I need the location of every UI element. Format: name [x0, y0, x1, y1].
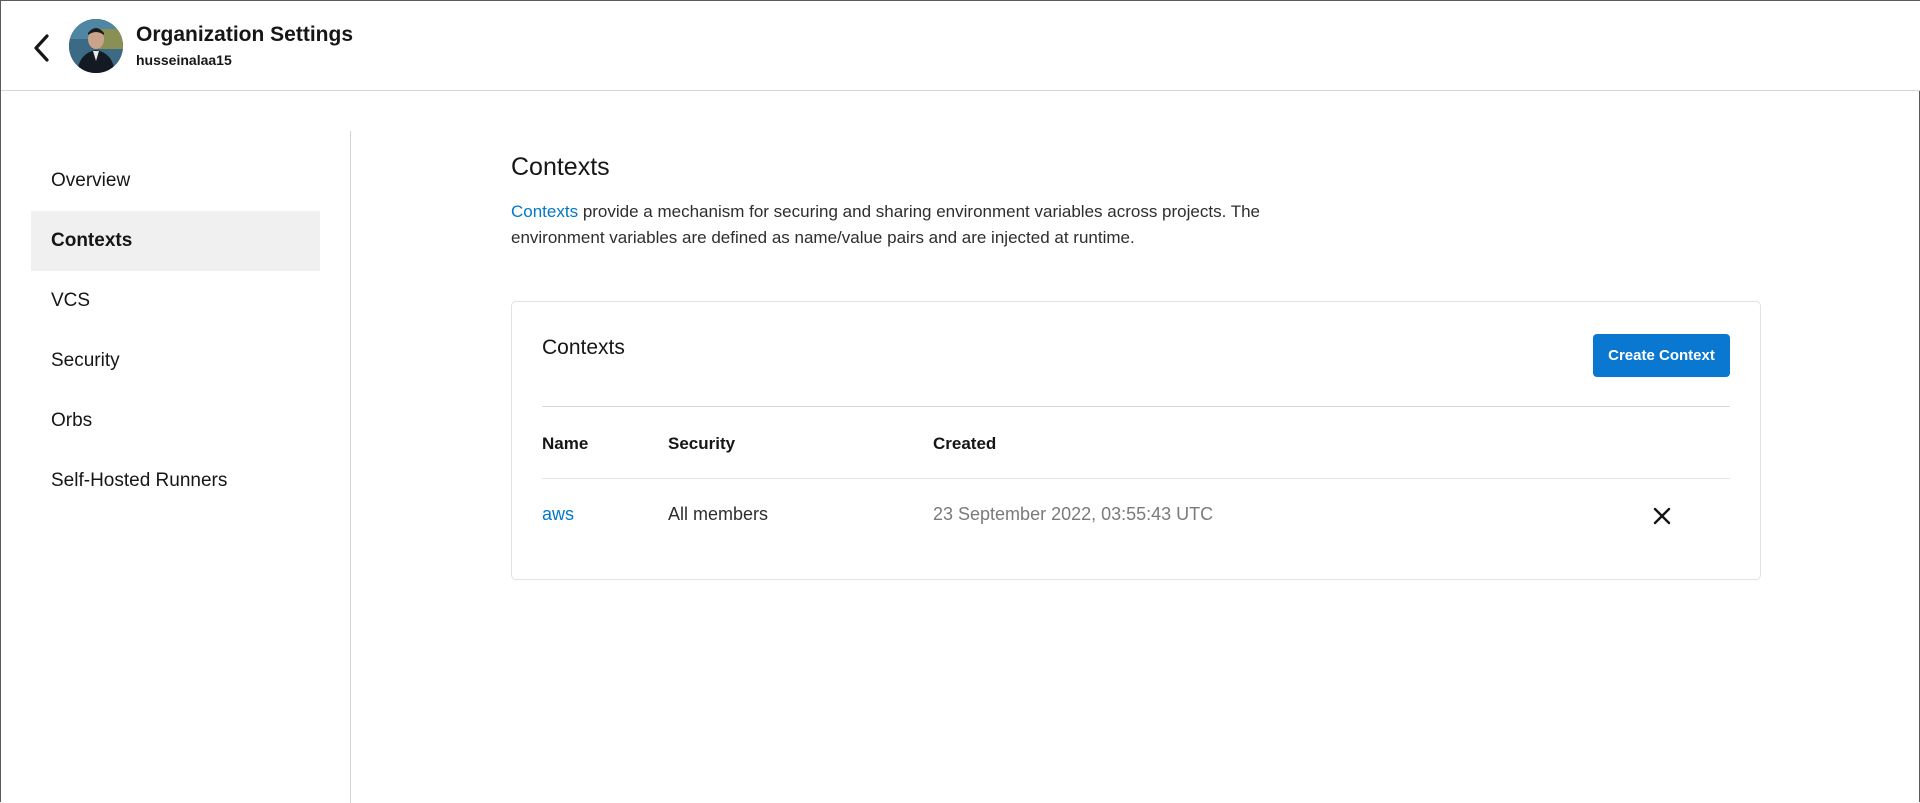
section-title: Contexts: [511, 153, 610, 181]
create-context-button[interactable]: Create Context: [1593, 334, 1730, 377]
app-frame: Organization Settings husseinalaa15 Over…: [0, 0, 1920, 803]
sidebar-item-self-hosted-runners[interactable]: Self-Hosted Runners: [31, 451, 320, 511]
sidebar-item-label: Security: [51, 350, 120, 371]
sidebar-item-vcs[interactable]: VCS: [31, 271, 320, 331]
sidebar-item-overview[interactable]: Overview: [31, 151, 320, 211]
divider: [542, 406, 1730, 407]
sidebar-item-label: Overview: [51, 170, 131, 191]
context-security: All members: [668, 504, 769, 524]
avatar: [69, 19, 123, 73]
close-icon: [1653, 507, 1671, 525]
contexts-card: Contexts Create Context Name Security Cr…: [511, 301, 1761, 580]
chevron-left-icon: [34, 34, 49, 62]
page-title: Organization Settings: [136, 23, 354, 46]
column-header-name: Name: [542, 434, 589, 453]
delete-context-button[interactable]: [1650, 504, 1674, 528]
section-description: Contexts provide a mechanism for securin…: [511, 199, 1311, 251]
contexts-docs-link[interactable]: Contexts: [511, 202, 578, 221]
sidebar-item-label: Orbs: [51, 410, 93, 431]
sidebar-item-label: Self-Hosted Runners: [51, 470, 228, 491]
sidebar-item-orbs[interactable]: Orbs: [31, 391, 320, 451]
sidebar-item-label: VCS: [51, 290, 91, 311]
column-header-security: Security: [668, 434, 736, 453]
sidebar-item-label: Contexts: [51, 230, 133, 251]
card-title: Contexts: [542, 336, 625, 359]
back-button[interactable]: [29, 31, 53, 65]
page-header: Organization Settings husseinalaa15: [1, 1, 1920, 91]
column-header-created: Created: [933, 434, 997, 453]
context-created-date: 23 September 2022, 03:55:43 UTC: [933, 504, 1214, 524]
description-text: provide a mechanism for securing and sha…: [511, 202, 1261, 247]
sidebar: Overview Contexts VCS Security Orbs Self…: [1, 131, 351, 803]
context-name-link[interactable]: aws: [542, 504, 574, 525]
sidebar-item-security[interactable]: Security: [31, 331, 320, 391]
divider: [542, 478, 1730, 479]
sidebar-item-contexts[interactable]: Contexts: [31, 211, 320, 271]
username-label: husseinalaa15: [136, 52, 232, 68]
